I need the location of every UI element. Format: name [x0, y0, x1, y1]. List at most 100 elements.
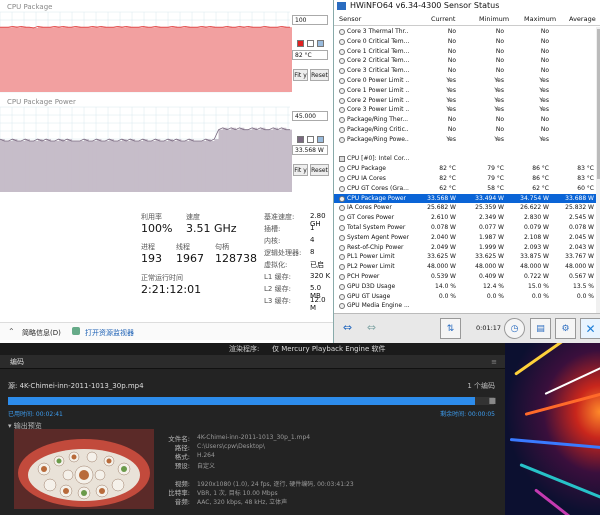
- sensor-row[interactable]: Package/Ring Critic... No No No: [334, 125, 596, 135]
- sensor-row[interactable]: Total System Power 0.078 W 0.077 W 0.079 W 0…: [334, 223, 596, 233]
- data-point: [121, 27, 127, 93]
- data-point: [256, 27, 262, 93]
- sensor-name: PL1 Power Limit: [347, 253, 395, 261]
- speed-label: 速度: [186, 213, 200, 221]
- sensor-list: Core 3 Thermal Thr... No No No Core 0 Critic…: [334, 27, 596, 313]
- fit-y-button[interactable]: Fit y: [293, 164, 308, 176]
- data-point: [268, 129, 274, 192]
- sensor-row[interactable]: CPU IA Cores 82 °C 79 °C 86 °C 83 °C: [334, 174, 596, 184]
- sensor-group-row[interactable]: CPU [#0]: Intel Cor...: [334, 154, 596, 164]
- sensor-row[interactable]: System Agent Power 2.040 W 1.987 W 2.108 W 2…: [334, 233, 596, 243]
- hwinfo-toolbar: ⇔ ⇔ ⇅ 0:01:17 ◷ ▤ ⚙ ✕: [334, 313, 600, 343]
- sensor-name: PCH Power: [347, 272, 380, 280]
- column-header-minimum[interactable]: Minimum: [479, 12, 509, 26]
- data-point: [231, 27, 236, 93]
- sensor-row[interactable]: PL2 Power Limit 48.000 W 48.000 W 48.000 W 4…: [334, 262, 596, 272]
- sensor-row[interactable]: CPU Package 82 °C 79 °C 86 °C 83 °C: [334, 164, 596, 174]
- hwinfo-app-icon: [337, 2, 346, 10]
- sensor-row[interactable]: Core 2 Power Limit ... Yes Yes Yes: [334, 96, 596, 106]
- data-point: [176, 27, 182, 93]
- data-point: [277, 129, 283, 192]
- data-point: [92, 26, 98, 92]
- threads-label: 线程: [176, 243, 190, 251]
- data-point: [184, 26, 190, 92]
- graph-max-field[interactable]: 45.000: [292, 111, 328, 121]
- data-point: [0, 27, 5, 93]
- data-point: [16, 27, 22, 93]
- column-header-average[interactable]: Average: [569, 12, 596, 26]
- sensor-row[interactable]: Core 0 Critical Tem... No No No: [334, 37, 596, 47]
- data-point: [159, 27, 165, 93]
- data-point: [42, 27, 47, 93]
- hwinfo-window: HWiNFO64 v6.34-4300 Sensor Status Sensor…: [333, 0, 600, 343]
- sensor-row[interactable]: GPU Media Engine ...: [334, 301, 596, 311]
- chevron-down-icon[interactable]: ▾: [8, 422, 12, 430]
- chevron-up-icon[interactable]: ⌃: [8, 327, 15, 336]
- column-header-sensor[interactable]: Sensor: [339, 12, 361, 26]
- sensor-list-scrollbar[interactable]: [596, 27, 600, 313]
- close-icon[interactable]: ✕: [580, 318, 600, 339]
- sensor-row[interactable]: Package/Ring Powe... Yes Yes Yes: [334, 135, 596, 145]
- color-swatch-icon[interactable]: [297, 40, 304, 47]
- sensor-current: 0.078 W: [430, 223, 456, 231]
- fit-y-button[interactable]: Fit y: [293, 69, 308, 81]
- graph-max-field[interactable]: 100: [292, 15, 328, 25]
- data-point: [247, 26, 253, 92]
- sensor-row[interactable]: PCH Power 0.539 W 0.409 W 0.722 W 0.567 W: [334, 272, 596, 282]
- sensor-row[interactable]: Core 1 Power Limit ... Yes Yes Yes: [334, 86, 596, 96]
- data-point: [151, 141, 157, 192]
- sensor-icon: [339, 107, 345, 114]
- color-swatch-icon[interactable]: [307, 136, 314, 143]
- renderer-select[interactable]: 仅 Mercury Playback Engine 软件: [272, 343, 386, 355]
- data-point: [138, 27, 144, 93]
- sensor-icon: [339, 77, 345, 84]
- data-point: [151, 27, 157, 93]
- sensor-row[interactable]: Package/Ring Ther... No No No: [334, 115, 596, 125]
- sensor-minimum: 33.625 W: [475, 253, 504, 261]
- detail-value: C:\Users\cpw\Desktop\: [197, 442, 265, 450]
- sensor-row[interactable]: Core 3 Critical Tem... No No No: [334, 66, 596, 76]
- sensor-row[interactable]: CPU Package Power 33.568 W 33.494 W 34.754 …: [334, 193, 596, 204]
- collapse-arrows-icon[interactable]: ⇔: [361, 318, 382, 339]
- sensor-row[interactable]: IA Cores Power 25.682 W 25.359 W 26.622 W 25…: [334, 203, 596, 213]
- sensor-row[interactable]: PL1 Power Limit 33.625 W 33.625 W 33.875 W 3…: [334, 252, 596, 262]
- sensor-current: Yes: [446, 96, 456, 104]
- sensor-row[interactable]: GPU GT Usage 0.0 % 0.0 % 0.0 % 0.0 %: [334, 292, 596, 302]
- color-swatch-icon[interactable]: [317, 40, 324, 47]
- panel-menu-icon[interactable]: ≡: [491, 355, 497, 369]
- sensor-row[interactable]: Core 0 Power Limit ... Yes Yes Yes: [334, 76, 596, 86]
- color-swatch-icon[interactable]: [297, 136, 304, 143]
- tab-encoding[interactable]: 编码: [10, 358, 24, 366]
- reset-button[interactable]: Reset: [310, 69, 329, 81]
- expand-arrows-icon[interactable]: ⇔: [337, 318, 358, 339]
- network-icon[interactable]: ⇅: [440, 318, 461, 339]
- encode-job-source: 源: 4K-Chimei-inn-2011-1013_30p.mp4: [8, 381, 144, 391]
- sensor-row[interactable]: GT Cores Power 2.610 W 2.349 W 2.830 W 2.545…: [334, 213, 596, 223]
- sensor-icon: [339, 126, 345, 133]
- sensor-row[interactable]: Core 2 Critical Tem... No No No: [334, 56, 596, 66]
- sensor-current: No: [447, 116, 456, 124]
- color-swatch-icon[interactable]: [307, 40, 314, 47]
- sensor-row[interactable]: GPU D3D Usage 14.0 % 12.4 % 15.0 % 13.5 %: [334, 282, 596, 292]
- sensor-maximum: 33.875 W: [520, 253, 549, 261]
- data-point: [71, 27, 77, 93]
- open-resource-monitor-link[interactable]: 打开资源监视器: [85, 328, 134, 338]
- stop-icon[interactable]: ■: [488, 396, 496, 405]
- sensor-row[interactable]: Core 1 Critical Tem... No No No: [334, 47, 596, 57]
- sensor-minimum: 79 °C: [487, 174, 504, 182]
- sensor-row[interactable]: Core 3 Power Limit ... Yes Yes Yes: [334, 105, 596, 115]
- reset-button[interactable]: Reset: [310, 164, 329, 176]
- settings-icon[interactable]: ⚙: [555, 318, 576, 339]
- sensor-maximum: Yes: [539, 135, 549, 143]
- sensor-row[interactable]: Rest-of-Chip Power 2.049 W 1.999 W 2.093 W 2…: [334, 243, 596, 253]
- brief-info-link[interactable]: 简略信息(D): [22, 328, 61, 338]
- sensor-row[interactable]: CPU GT Cores (Gra... 62 °C 58 °C 62 °C 60 °C: [334, 184, 596, 194]
- column-header-maximum[interactable]: Maximum: [524, 12, 556, 26]
- column-header-current[interactable]: Current: [431, 12, 455, 26]
- sensor-icon: [339, 97, 345, 104]
- report-icon[interactable]: ▤: [530, 318, 551, 339]
- color-swatch-icon[interactable]: [317, 136, 324, 143]
- uptime-value: 2:21:12:01: [141, 283, 202, 296]
- clock-icon[interactable]: ◷: [504, 318, 525, 339]
- sensor-row[interactable]: Core 3 Thermal Thr... No No No: [334, 27, 596, 37]
